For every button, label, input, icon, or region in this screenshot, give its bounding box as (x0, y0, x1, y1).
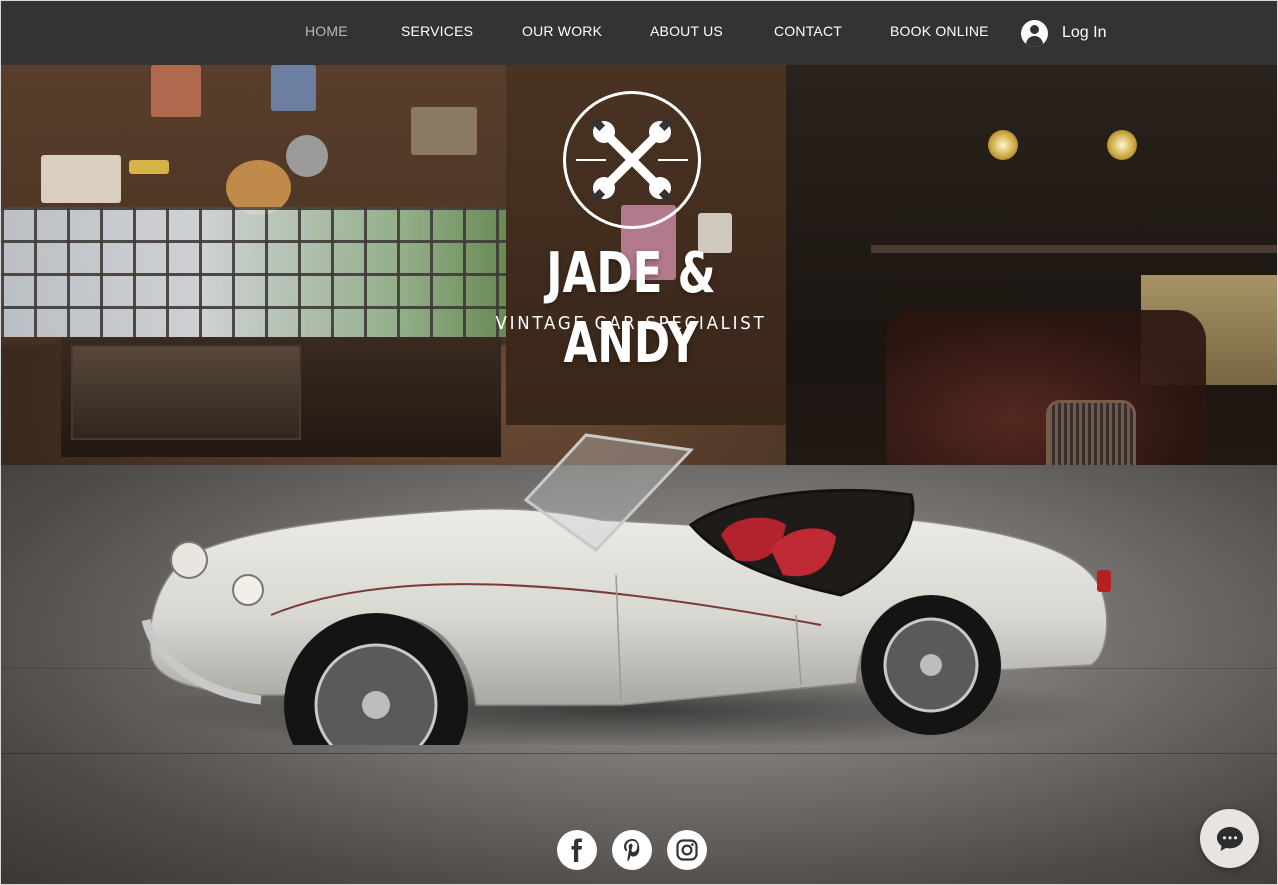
wall-sign (271, 65, 316, 111)
nav-contact[interactable]: CONTACT (774, 23, 842, 39)
wall-sign (129, 160, 169, 174)
garage-shelf (871, 245, 1277, 253)
wall-sign (151, 65, 201, 117)
wall-sign (41, 155, 121, 203)
pinterest-link[interactable] (612, 830, 652, 870)
nav-services[interactable]: SERVICES (401, 23, 473, 39)
login-button[interactable]: Log In (1021, 18, 1106, 48)
login-label: Log In (1062, 24, 1107, 41)
nav-about-us[interactable]: ABOUT US (650, 23, 723, 39)
nav-our-work[interactable]: OUR WORK (522, 23, 602, 39)
vintage-roadster-image (141, 433, 1111, 745)
chat-bubble-icon (1216, 826, 1243, 851)
chat-button[interactable] (1200, 809, 1259, 868)
page-frame: HOME SERVICES OUR WORK ABOUT US CONTACT … (0, 0, 1278, 885)
crossed-wrenches-icon (563, 91, 701, 229)
nav-home[interactable]: HOME (305, 23, 348, 39)
top-nav: HOME SERVICES OUR WORK ABOUT US CONTACT … (1, 1, 1277, 65)
floor-seam (1, 753, 1277, 754)
user-avatar-icon (1021, 19, 1048, 47)
headlamp (988, 130, 1018, 160)
instagram-link[interactable] (667, 830, 707, 870)
pinterest-icon (624, 839, 640, 862)
brand-title: JADE & ANDY (546, 241, 716, 376)
instagram-icon (676, 839, 698, 861)
garage-window (1, 207, 506, 337)
wall-sign (286, 135, 328, 177)
facebook-link[interactable] (557, 830, 597, 870)
facebook-icon (571, 838, 582, 862)
headlamp (1107, 130, 1137, 160)
nav-book-online[interactable]: BOOK ONLINE (890, 23, 989, 39)
brand-subtitle: VINTAGE CAR SPECIALIST (495, 313, 767, 334)
wall-sign (411, 107, 477, 155)
